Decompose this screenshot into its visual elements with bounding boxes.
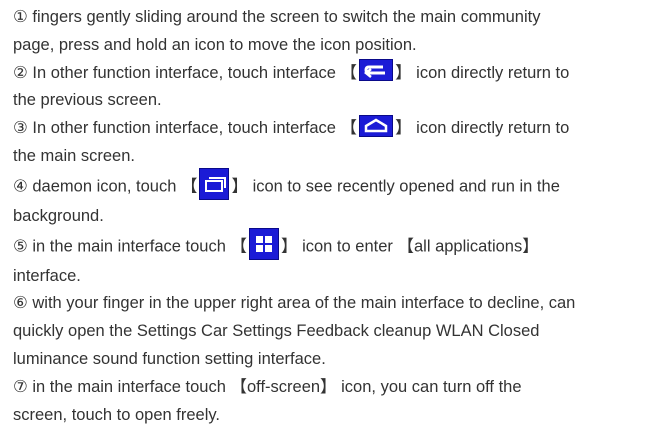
item-5-text-before: ⑤ in the main interface touch 【	[13, 236, 247, 255]
item-6-line-2: quickly open the Settings Car Settings F…	[13, 322, 540, 341]
item-3-line-2: the main screen.	[13, 146, 135, 165]
item-7-line-2: screen, touch to open freely.	[13, 405, 220, 424]
item-1-line-1: ① fingers gently sliding around the scre…	[13, 8, 541, 26]
item-3-text-before: ③ In other function interface, touch int…	[13, 119, 358, 138]
item-4-text-after: 】 icon to see recently opened and run in…	[231, 177, 560, 196]
item-7-line-1: ⑦ in the main interface touch 【off-scree…	[13, 377, 522, 396]
item-4-text-before: ④ daemon icon, touch 【	[13, 177, 198, 196]
item-2: ② In other function interface, touch int…	[13, 59, 653, 116]
item-1-line-2: page, press and hold an icon to move the…	[13, 35, 417, 54]
instruction-document: ① fingers gently sliding around the scre…	[13, 4, 653, 429]
item-3-text-after: 】 icon directly return to	[395, 119, 570, 138]
item-1: ① fingers gently sliding around the scre…	[13, 4, 653, 60]
item-6: ⑥ with your finger in the upper right ar…	[13, 290, 653, 373]
back-arrow-icon	[359, 59, 394, 82]
item-6-line-1: ⑥ with your finger in the upper right ar…	[13, 294, 576, 313]
item-5-text-after: 】 icon to enter 【all applications】	[281, 236, 539, 255]
item-2-line-2: the previous screen.	[13, 91, 162, 110]
item-4: ④ daemon icon, touch 【 】 icon to see rece…	[13, 167, 653, 231]
item-7: ⑦ in the main interface touch 【off-scree…	[13, 374, 653, 429]
item-5-line-2: interface.	[13, 266, 81, 285]
item-2-text-before: ② In other function interface, touch int…	[13, 63, 358, 82]
item-3: ③ In other function interface, touch int…	[13, 114, 653, 171]
recent-apps-icon	[199, 167, 230, 200]
item-2-text-after: 】 icon directly return to	[395, 63, 570, 82]
item-6-line-3: luminance sound function setting interfa…	[13, 349, 326, 368]
item-4-line-2: background.	[13, 206, 104, 225]
home-icon	[359, 114, 394, 137]
item-5: ⑤ in the main interface touch 【 】 icon to…	[13, 227, 653, 291]
all-apps-grid-icon	[249, 227, 279, 260]
